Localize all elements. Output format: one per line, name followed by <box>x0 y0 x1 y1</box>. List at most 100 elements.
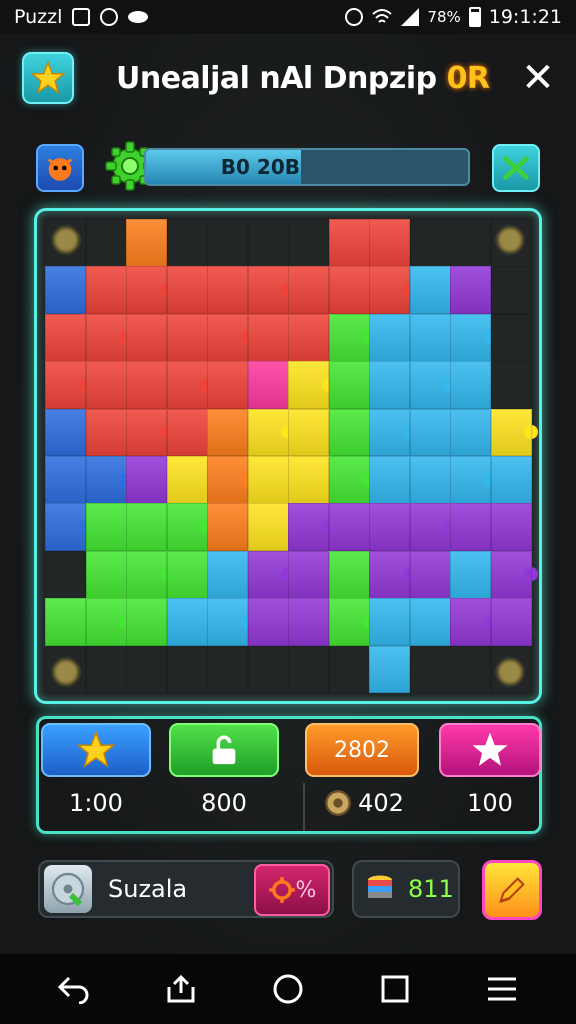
puzzle-piece[interactable] <box>85 503 127 552</box>
puzzle-piece[interactable] <box>490 598 532 647</box>
puzzle-piece[interactable] <box>166 408 208 457</box>
puzzle-piece[interactable] <box>450 550 491 599</box>
puzzle-piece[interactable] <box>247 313 289 362</box>
puzzle-piece[interactable] <box>126 408 174 457</box>
back-button[interactable] <box>52 967 96 1011</box>
puzzle-piece[interactable] <box>328 219 370 267</box>
puzzle-piece[interactable] <box>247 598 289 647</box>
puzzle-piece[interactable] <box>369 645 410 694</box>
score-button[interactable]: 2802 <box>305 723 419 777</box>
puzzle-piece[interactable] <box>409 550 451 599</box>
puzzle-piece[interactable] <box>207 456 255 504</box>
puzzle-piece[interactable] <box>247 503 289 552</box>
puzzle-piece[interactable] <box>369 219 410 267</box>
puzzle-piece[interactable] <box>288 408 329 457</box>
puzzle-piece[interactable] <box>166 550 208 599</box>
puzzle-piece[interactable] <box>450 266 491 315</box>
puzzle-piece[interactable] <box>288 361 336 410</box>
puzzle-piece[interactable] <box>85 456 133 504</box>
puzzle-piece[interactable] <box>288 550 329 599</box>
unlock-button[interactable] <box>169 723 279 777</box>
puzzle-piece[interactable] <box>126 503 167 552</box>
puzzle-piece[interactable] <box>85 361 127 410</box>
puzzle-piece[interactable] <box>409 313 451 362</box>
stack-pill[interactable]: 811 <box>352 860 460 918</box>
puzzle-piece[interactable] <box>85 408 127 457</box>
puzzle-piece[interactable] <box>247 408 295 457</box>
puzzle-piece[interactable] <box>288 503 336 552</box>
puzzle-grid[interactable] <box>45 219 538 694</box>
puzzle-piece[interactable] <box>85 266 127 315</box>
puzzle-piece[interactable] <box>328 408 370 457</box>
puzzle-piece[interactable] <box>288 598 329 647</box>
puzzle-piece[interactable] <box>328 503 370 552</box>
puzzle-piece[interactable] <box>166 361 214 410</box>
puzzle-piece[interactable] <box>409 598 451 647</box>
puzzle-piece[interactable] <box>45 503 93 552</box>
puzzle-piece[interactable] <box>85 313 133 362</box>
puzzle-piece[interactable] <box>247 266 295 315</box>
puzzle-piece[interactable] <box>166 313 208 362</box>
puzzle-piece[interactable] <box>126 456 167 504</box>
puzzle-piece[interactable] <box>207 503 248 552</box>
puzzle-piece[interactable] <box>328 456 376 504</box>
puzzle-piece[interactable] <box>166 503 214 552</box>
puzzle-piece[interactable] <box>369 266 417 315</box>
puzzle-piece[interactable] <box>369 503 410 552</box>
puzzle-piece[interactable] <box>409 503 457 552</box>
puzzle-piece[interactable] <box>409 266 451 315</box>
menu-button[interactable] <box>480 967 524 1011</box>
percent-button[interactable]: % <box>254 864 330 916</box>
share-button[interactable] <box>159 967 203 1011</box>
puzzle-piece[interactable] <box>490 550 538 599</box>
puzzle-piece[interactable] <box>45 408 86 457</box>
puzzle-piece[interactable] <box>328 313 376 362</box>
puzzle-piece[interactable] <box>490 456 532 504</box>
puzzle-piece[interactable] <box>328 266 370 315</box>
puzzle-piece[interactable] <box>369 361 410 410</box>
puzzle-piece[interactable] <box>207 408 248 457</box>
puzzle-piece[interactable] <box>369 456 410 504</box>
puzzle-piece[interactable] <box>126 550 174 599</box>
close-button[interactable]: ✕ <box>518 58 558 98</box>
home-button[interactable] <box>266 967 310 1011</box>
puzzle-piece[interactable] <box>288 266 329 315</box>
puzzle-piece[interactable] <box>328 598 376 647</box>
edit-button[interactable] <box>482 860 542 920</box>
puzzle-piece[interactable] <box>450 503 491 552</box>
puzzle-piece[interactable] <box>207 313 255 362</box>
stars-button[interactable] <box>41 723 151 777</box>
puzzle-piece[interactable] <box>247 361 289 410</box>
puzzle-piece[interactable] <box>490 408 538 457</box>
puzzle-piece[interactable] <box>328 550 370 599</box>
puzzle-piece[interactable] <box>450 408 491 457</box>
puzzle-piece[interactable] <box>328 361 370 410</box>
puzzle-piece[interactable] <box>207 598 255 647</box>
puzzle-piece[interactable] <box>126 313 167 362</box>
puzzle-piece[interactable] <box>450 361 491 410</box>
puzzle-piece[interactable] <box>166 598 208 647</box>
disc-button[interactable] <box>44 865 92 913</box>
puzzle-piece[interactable] <box>126 219 167 267</box>
puzzle-piece[interactable] <box>409 456 451 504</box>
puzzle-piece[interactable] <box>85 598 133 647</box>
puzzle-piece[interactable] <box>369 550 417 599</box>
puzzle-piece[interactable] <box>450 598 498 647</box>
puzzle-piece[interactable] <box>247 456 289 504</box>
puzzle-piece[interactable] <box>45 456 86 504</box>
puzzle-piece[interactable] <box>207 361 248 410</box>
puzzle-piece[interactable] <box>45 598 86 647</box>
puzzle-piece[interactable] <box>490 503 532 552</box>
puzzle-piece[interactable] <box>369 408 417 457</box>
puzzle-piece[interactable] <box>126 266 174 315</box>
puzzle-piece[interactable] <box>369 313 410 362</box>
character-badge[interactable] <box>36 144 84 192</box>
puzzle-piece[interactable] <box>207 550 248 599</box>
favorite-button[interactable] <box>439 723 541 777</box>
puzzle-piece[interactable] <box>369 598 410 647</box>
puzzle-piece[interactable] <box>45 266 86 315</box>
puzzle-piece[interactable] <box>450 456 498 504</box>
puzzle-board[interactable] <box>34 208 542 704</box>
puzzle-piece[interactable] <box>247 550 295 599</box>
puzzle-piece[interactable] <box>166 456 208 504</box>
